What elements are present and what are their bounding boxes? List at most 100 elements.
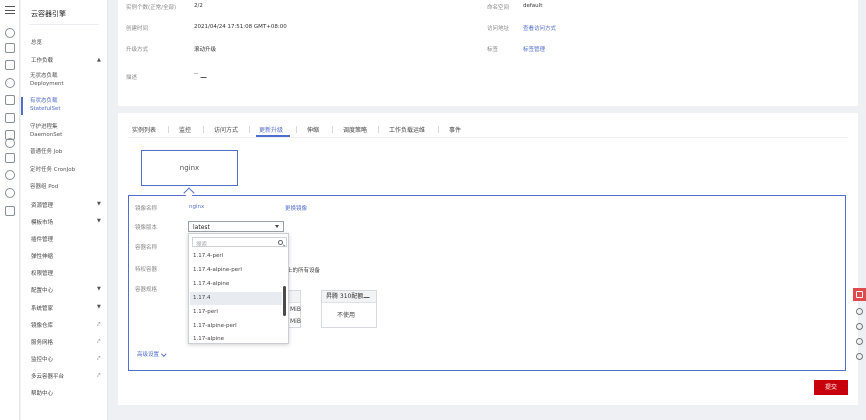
sidebar-item-label: 无状态负载 [30,73,58,79]
edit-icon[interactable] [363,292,374,298]
version-option[interactable]: 1.17.4-perl [190,250,282,263]
chevron-down-icon[interactable]: ▼ [97,286,101,292]
sidebar-item-autoscale[interactable]: 弹性伸缩 [31,252,53,260]
upload-icon[interactable] [5,153,15,163]
tab-workload-ops[interactable]: 工作负载运维 [389,125,425,134]
chevron-down-icon[interactable]: ▼ [97,304,101,310]
tab-instances[interactable]: 实例列表 [132,125,156,134]
tab-upgrade[interactable]: 更新升级 [259,125,283,134]
external-link-icon[interactable]: ⤤ [97,355,100,363]
sidebar-item-workload[interactable]: 工作负载 [31,56,53,64]
settings-icon[interactable] [5,206,15,216]
change-image-link[interactable]: 更换镜像 [285,204,307,212]
sidebar-item-daemonset[interactable]: 守护进程集 DaemonSet [30,123,62,139]
advanced-settings-toggle[interactable]: 高级设置 [137,350,167,358]
container-card-nginx[interactable]: nginx [141,150,238,186]
external-link-icon[interactable]: ⤤ [97,338,100,346]
sidebar-item-multicloud[interactable]: 多云容器平台 [31,372,64,380]
version-search-input[interactable]: 搜索 [192,237,287,248]
privileged-label: 特权容器 [135,267,158,273]
dropdown-scrollbar[interactable] [283,286,286,316]
image-name-label: 镜像名称 [135,206,158,212]
float-doc-button[interactable] [853,350,866,363]
tab-monitoring[interactable]: 监控 [179,125,191,134]
service-icon[interactable] [5,28,15,38]
tab-separator [438,126,439,133]
sidebar-item-job[interactable]: 普通任务 Job [30,148,62,156]
npu-quota-box: 昇腾 310配额 不使用 [321,290,377,328]
chat-icon [856,308,863,315]
hamburger-menu-icon[interactable] [5,6,15,14]
warning-icon[interactable] [5,43,15,53]
tab-events[interactable]: 事件 [449,125,461,134]
cloud-icon[interactable] [5,78,15,88]
sidebar-item-templates[interactable]: 模板市场 [31,218,53,226]
access-link[interactable]: 查看访问方式 [523,24,556,32]
tab-access[interactable]: 访问方式 [214,125,238,134]
sidebar-item-deployment[interactable]: 无状态负载 Deployment [30,72,64,88]
created-value: 2021/04/24 17:51:08 GMT+08:00 [194,24,287,30]
image-version-select[interactable]: latest [188,221,284,232]
search-icon[interactable] [278,240,283,245]
sidebar-item-label: 守护进程集 [30,124,58,130]
sidebar-item-image-repo[interactable]: 镜像仓库 [31,321,53,329]
version-option[interactable]: 1.17-alpine-perl [190,320,282,333]
privileged-hint: 上的所有设备 [287,268,321,274]
database-icon[interactable] [5,95,15,105]
tab-scaling[interactable]: 伸缩 [307,125,319,134]
float-chat-button[interactable] [853,305,866,318]
version-option[interactable]: 1.17.4-alpine [190,278,282,291]
chevron-up-icon[interactable]: ▲ [97,57,101,63]
description-value: -- [194,71,198,77]
sidebar-item-pod[interactable]: 容器组 Pod [30,183,58,191]
sidebar-item-cronjob[interactable]: 定时任务 CronJob [30,166,75,174]
tags-label: 标签 [487,47,499,53]
namespace-label: 命名空间 [487,5,510,11]
sidebar-item-service-grid[interactable]: 服务网格 [31,338,53,346]
tab-scheduling[interactable]: 调度策略 [343,125,367,134]
storage-icon[interactable] [5,113,15,123]
sidebar-item-monitor[interactable]: 监控中心 [31,355,53,363]
sidebar-title: 云容器引擎 [31,10,66,18]
external-link-icon[interactable]: ⤤ [97,372,100,380]
tab-separator [203,126,204,133]
network-icon[interactable] [5,60,15,70]
sidebar-item-system[interactable]: 系统管家 [31,304,53,312]
chevron-down-icon[interactable] [275,225,279,228]
document-icon [856,353,863,360]
upgrade-label: 升级方式 [126,47,149,53]
float-help-button[interactable] [853,335,866,348]
sidebar-item-plugins[interactable]: 插件管理 [31,235,53,243]
globe-icon[interactable] [5,170,15,180]
advanced-settings-label: 高级设置 [137,352,160,358]
sidebar-item-statefulset[interactable]: 有状态负载 StatefulSet [30,97,61,113]
submit-button[interactable]: 提交 [814,380,848,395]
image-name-value: nginx [189,204,205,210]
version-option-highlighted[interactable]: 1.17.4 [190,292,282,305]
float-support-button[interactable] [853,320,866,333]
version-option[interactable]: 1.17.4-alpine-perl [190,264,282,277]
chevron-down-icon[interactable]: ▼ [97,201,101,207]
float-feedback-button[interactable] [853,288,866,301]
sidebar-item-label: 有状态负载 [30,98,58,104]
version-option[interactable]: 1.17-alpine [190,334,282,344]
chevron-down-icon[interactable]: ▼ [97,218,101,224]
clock-icon[interactable] [5,188,15,198]
edit-description-icon[interactable] [200,72,210,80]
tags-link[interactable]: 标签管理 [523,45,545,53]
upgrade-value: 滚动升级 [194,47,217,53]
version-option[interactable]: 1.17-perl [190,306,282,319]
npu-quota-title: 昇腾 310配额 [326,293,364,300]
external-link-icon[interactable]: ⤤ [97,321,100,329]
sidebar-item-help[interactable]: 帮助中心 [31,389,53,397]
tab-separator [296,126,297,133]
dashboard-icon[interactable] [5,138,15,148]
tab-separator [168,126,169,133]
sidebar-item-config[interactable]: 配置中心 [31,286,53,294]
tab-separator [249,126,250,133]
created-label: 创建时间 [126,26,149,32]
sidebar-item-overview[interactable]: 总览 [31,38,42,46]
workload-info-card: 实例个数(正常/全部) 2/2 命名空间 default 创建时间 2021/0… [118,0,858,106]
sidebar-item-resources[interactable]: 资源管理 [31,201,53,209]
sidebar-item-permissions[interactable]: 权限管理 [31,269,53,277]
